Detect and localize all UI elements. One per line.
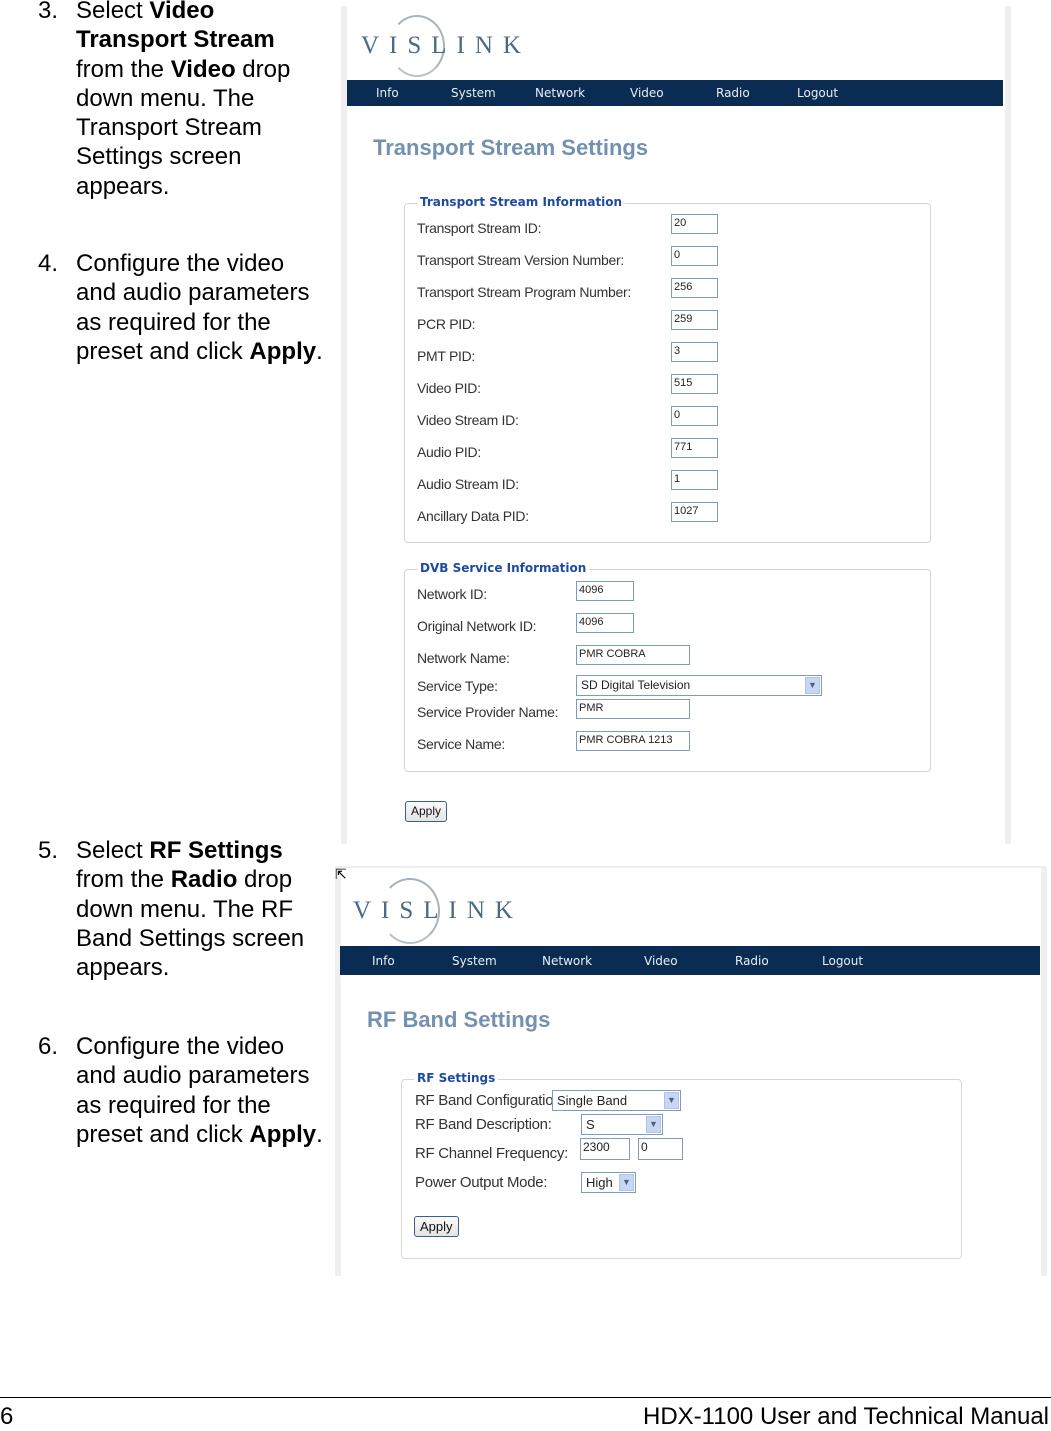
ts-field-label: PCR PID:	[417, 316, 476, 332]
vislink-logo: VISLINK	[361, 32, 531, 59]
chevron-down-icon: ▼	[646, 1116, 661, 1133]
chevron-down-icon: ▼	[664, 1092, 679, 1109]
rf-frequency-fraction-input[interactable]: 0	[638, 1138, 683, 1160]
nav-info[interactable]: Info	[372, 954, 395, 968]
nav-logout[interactable]: Logout	[822, 954, 863, 968]
rf-band-description-select[interactable]: S ▼	[581, 1114, 663, 1135]
ts-field-input[interactable]: 3	[671, 342, 718, 362]
nav-network[interactable]: Network	[535, 86, 585, 100]
ts-field-label: PMT PID:	[417, 348, 476, 364]
apply-button[interactable]: Apply	[414, 1216, 459, 1237]
footer-divider	[0, 1397, 1051, 1398]
page-title: RF Band Settings	[367, 1007, 551, 1032]
ts-field-label: Transport Stream ID:	[417, 220, 542, 236]
dvb-info-group: DVB Service Information Network ID: 4096…	[404, 561, 931, 772]
page-number: 6	[0, 1403, 14, 1430]
rf-frequency-mhz-input[interactable]: 2300	[580, 1138, 630, 1160]
service-provider-name-input[interactable]: PMR	[576, 699, 690, 719]
service-type-select[interactable]: SD Digital Television ▼	[576, 675, 822, 696]
service-name-label: Service Name:	[417, 736, 505, 752]
dvb-info-legend: DVB Service Information	[417, 561, 590, 575]
nav-system[interactable]: System	[452, 954, 497, 968]
ts-field-input[interactable]: 515	[671, 374, 718, 394]
ts-field-input[interactable]: 256	[671, 278, 718, 298]
nav-system[interactable]: System	[451, 86, 496, 100]
nav-video[interactable]: Video	[630, 86, 664, 100]
ts-field-input[interactable]: 259	[671, 310, 718, 330]
step-4: 4. Configure the video and audio paramet…	[38, 250, 323, 365]
ts-info-group: Transport Stream Information Transport S…	[404, 195, 931, 543]
network-id-label: Network ID:	[417, 586, 487, 602]
service-type-label: Service Type:	[417, 678, 498, 694]
nav-network[interactable]: Network	[542, 954, 592, 968]
ts-field-input[interactable]: 771	[671, 438, 718, 458]
chevron-down-icon: ▼	[805, 677, 820, 694]
ts-field-label: Audio PID:	[417, 444, 481, 460]
network-name-input[interactable]: PMR COBRA	[576, 645, 690, 665]
power-output-mode-label: Power Output Mode:	[415, 1174, 548, 1191]
ts-field-input[interactable]: 20	[671, 214, 718, 234]
nav-video[interactable]: Video	[644, 954, 678, 968]
network-id-input[interactable]: 4096	[576, 581, 634, 601]
rf-channel-frequency-label: RF Channel Frequency:	[415, 1145, 568, 1162]
nav-bar: Info System Network Video Radio Logout	[340, 946, 1040, 975]
mouse-cursor-icon: ⇱	[335, 866, 347, 882]
service-name-input[interactable]: PMR COBRA 1213	[576, 731, 690, 751]
ts-field-input[interactable]: 0	[671, 246, 718, 266]
rf-settings-legend: RF Settings	[414, 1071, 499, 1085]
rf-band-configuration-select[interactable]: Single Band ▼	[552, 1090, 681, 1111]
rf-band-configuration-label: RF Band Configuration:	[415, 1092, 566, 1109]
page-title: Transport Stream Settings	[373, 135, 649, 160]
network-name-label: Network Name:	[417, 650, 510, 666]
nav-radio[interactable]: Radio	[716, 86, 750, 100]
step-6: 6. Configure the video and audio paramet…	[38, 1033, 323, 1148]
nav-logout[interactable]: Logout	[797, 86, 838, 100]
power-output-mode-select[interactable]: High ▼	[581, 1172, 636, 1193]
ts-field-label: Audio Stream ID:	[417, 476, 519, 492]
ts-field-input[interactable]: 0	[671, 406, 718, 426]
ts-info-legend: Transport Stream Information	[417, 195, 626, 209]
step-3: 3. Select Video Transport Stream from th…	[38, 0, 291, 200]
rf-band-screenshot: VISLINK Info System Network Video Radio …	[335, 866, 1047, 1276]
chevron-down-icon: ▼	[619, 1174, 634, 1191]
ts-field-label: Ancillary Data PID:	[417, 508, 529, 524]
ts-field-label: Video PID:	[417, 380, 481, 396]
transport-stream-screenshot: VISLINK Info System Network Video Radio …	[341, 6, 1011, 844]
ts-field-label: Video Stream ID:	[417, 412, 519, 428]
ts-field-input[interactable]: 1	[671, 470, 718, 490]
nav-bar: Info System Network Video Radio Logout	[347, 80, 1003, 106]
apply-button[interactable]: Apply	[405, 801, 448, 822]
rf-settings-group: RF Settings RF Band Configuration: Singl…	[401, 1071, 962, 1259]
manual-title: HDX-1100 User and Technical Manual	[643, 1403, 1049, 1430]
original-network-id-label: Original Network ID:	[417, 618, 537, 634]
step-5: 5. Select RF Settings from the Radio dro…	[38, 837, 305, 982]
nav-radio[interactable]: Radio	[735, 954, 769, 968]
nav-info[interactable]: Info	[376, 86, 399, 100]
ts-field-label: Transport Stream Version Number:	[417, 252, 624, 268]
original-network-id-input[interactable]: 4096	[576, 613, 634, 633]
ts-field-input[interactable]: 1027	[671, 502, 718, 522]
rf-band-description-label: RF Band Description:	[415, 1116, 552, 1133]
ts-field-label: Transport Stream Program Number:	[417, 284, 631, 300]
vislink-logo: VISLINK	[353, 897, 523, 924]
service-provider-name-label: Service Provider Name:	[417, 704, 559, 720]
